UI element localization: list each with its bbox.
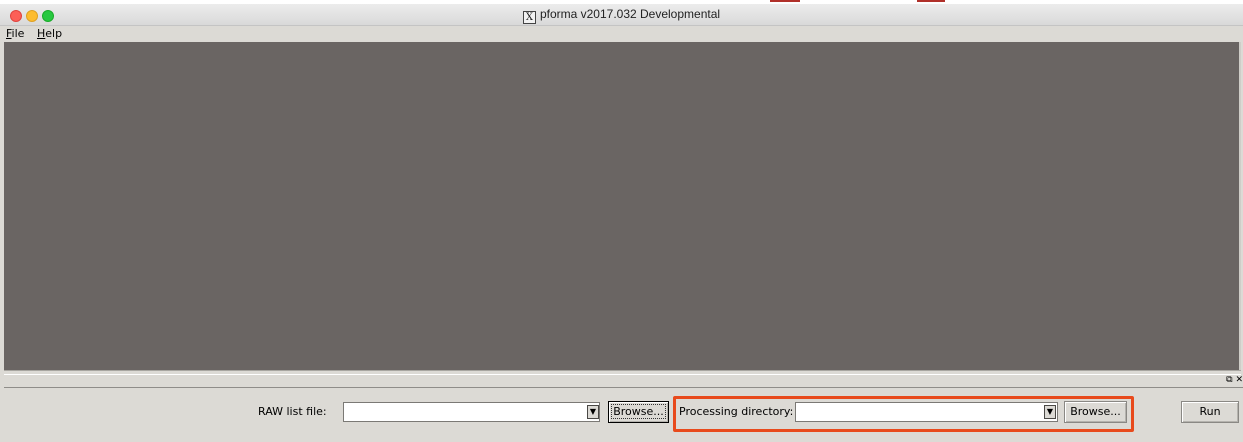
processing-browse-button[interactable]: Browse...: [1064, 401, 1127, 423]
title-bar[interactable]: Xpforma v2017.032 Developmental: [0, 4, 1243, 26]
main-display-area: [4, 42, 1241, 370]
x11-icon: X: [522, 11, 536, 24]
menu-help[interactable]: Help: [37, 27, 62, 40]
processing-directory-label: Processing directory:: [679, 405, 794, 418]
menu-file[interactable]: File: [6, 27, 24, 40]
run-button[interactable]: Run: [1181, 401, 1239, 423]
chevron-down-icon[interactable]: ▼: [1044, 405, 1056, 419]
chevron-down-icon[interactable]: ▼: [587, 405, 599, 419]
background-accent: [917, 0, 945, 2]
app-window: Xpforma v2017.032 Developmental File Hel…: [0, 4, 1243, 442]
raw-list-label: RAW list file:: [258, 405, 327, 418]
window-title-container: Xpforma v2017.032 Developmental: [0, 7, 1243, 24]
raw-browse-label: Browse...: [611, 404, 666, 419]
window-title: pforma v2017.032 Developmental: [539, 7, 721, 21]
background-accent: [770, 0, 800, 2]
dock-title-bar: ⧉ ✕: [4, 375, 1243, 388]
raw-list-combobox[interactable]: ▼: [343, 402, 600, 422]
dock-float-close-icons[interactable]: ⧉ ✕: [1226, 375, 1243, 385]
menu-bar: File Help: [0, 26, 1243, 42]
control-panel: RAW list file: ▼ Browse... Processing di…: [0, 388, 1243, 442]
raw-browse-button[interactable]: Browse...: [608, 401, 669, 423]
processing-directory-combobox[interactable]: ▼: [795, 402, 1058, 422]
panel-divider[interactable]: [4, 370, 1241, 375]
